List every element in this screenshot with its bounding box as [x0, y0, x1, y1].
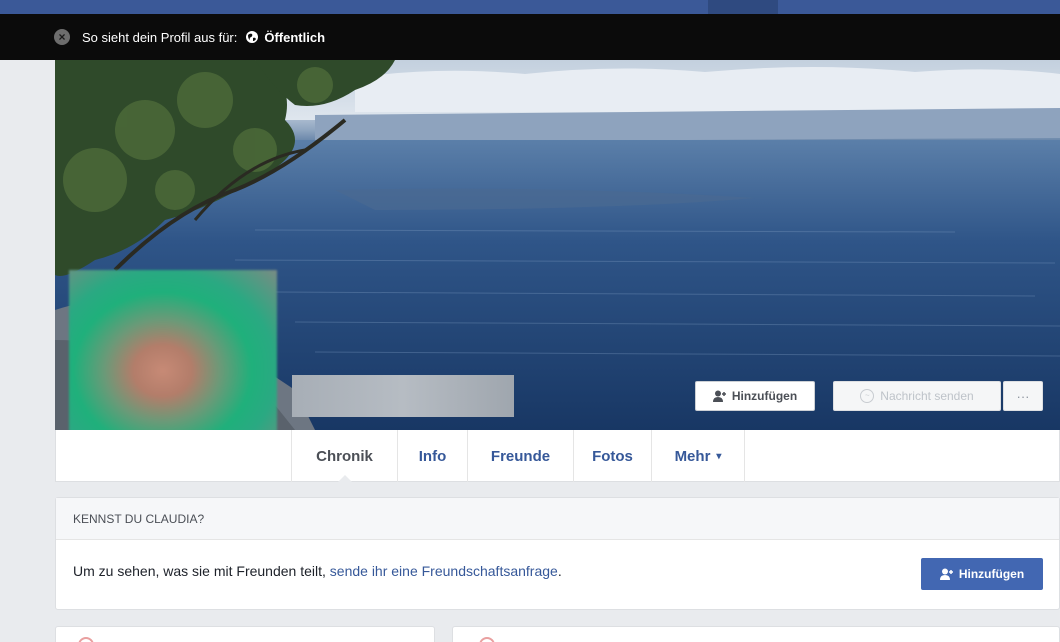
tab-info[interactable]: Info [397, 430, 467, 482]
add-friend-primary-label: Hinzufügen [958, 567, 1025, 581]
tab-freunde[interactable]: Freunde [467, 430, 573, 482]
globe-icon [246, 31, 259, 43]
send-message-button[interactable]: ~ Nachricht senden [833, 381, 1001, 411]
add-friend-button-primary[interactable]: Hinzufügen [921, 558, 1043, 590]
add-friend-icon [712, 390, 726, 402]
view-as-label: So sieht dein Profil aus für: [82, 29, 238, 45]
intro-card [55, 626, 435, 642]
tab-label: Info [418, 447, 447, 465]
send-message-label: Nachricht senden [880, 389, 974, 403]
know-card-title: KENNST DU CLAUDIA? [56, 498, 1059, 540]
view-as-bar: × So sieht dein Profil aus für: Öffentli… [0, 14, 1060, 60]
chevron-down-icon: ▾ [716, 450, 722, 462]
posts-card [452, 626, 1060, 642]
profile-page: Hinzufügen ~ Nachricht senden ··· Chroni… [55, 60, 1060, 642]
intro-icon [78, 637, 94, 642]
top-nav-gap [708, 0, 778, 14]
tab-fotos[interactable]: Fotos [573, 430, 651, 482]
add-friend-label: Hinzufügen [731, 389, 798, 403]
more-options-label: ··· [1016, 388, 1030, 404]
profile-picture[interactable] [69, 270, 277, 453]
know-card-message: Um zu sehen, was sie mit Freunden teilt, [73, 563, 330, 579]
posts-icon [479, 637, 495, 642]
tab-mehr[interactable]: Mehr ▾ [651, 430, 745, 482]
close-circle-icon[interactable]: × [54, 29, 70, 45]
tab-label: Freunde [490, 447, 551, 465]
more-options-button[interactable]: ··· [1003, 381, 1043, 411]
know-card-text: Um zu sehen, was sie mit Freunden teilt,… [73, 563, 562, 579]
add-friend-button[interactable]: Hinzufügen [695, 381, 815, 411]
tab-label: Fotos [592, 447, 633, 465]
add-friend-icon [939, 568, 953, 580]
know-card-suffix: . [557, 563, 562, 579]
tab-label: Chronik [316, 447, 373, 465]
profile-tabs: Chronik Info Freunde Fotos Mehr ▾ [291, 430, 745, 483]
know-person-card: KENNST DU CLAUDIA? Um zu sehen, was sie … [55, 497, 1060, 610]
top-nav-strip [0, 0, 1060, 14]
know-card-body: Um zu sehen, was sie mit Freunden teilt,… [56, 540, 1059, 610]
profile-name-redacted [292, 375, 514, 417]
friend-request-link[interactable]: sende ihr eine Freundschaftsanfrage [330, 563, 558, 579]
audience-label[interactable]: Öffentlich [264, 30, 325, 45]
messenger-icon: ~ [860, 389, 875, 403]
profile-nav: Chronik Info Freunde Fotos Mehr ▾ [55, 430, 1060, 483]
tab-label: Mehr [674, 447, 711, 465]
tab-chronik[interactable]: Chronik [291, 430, 397, 483]
